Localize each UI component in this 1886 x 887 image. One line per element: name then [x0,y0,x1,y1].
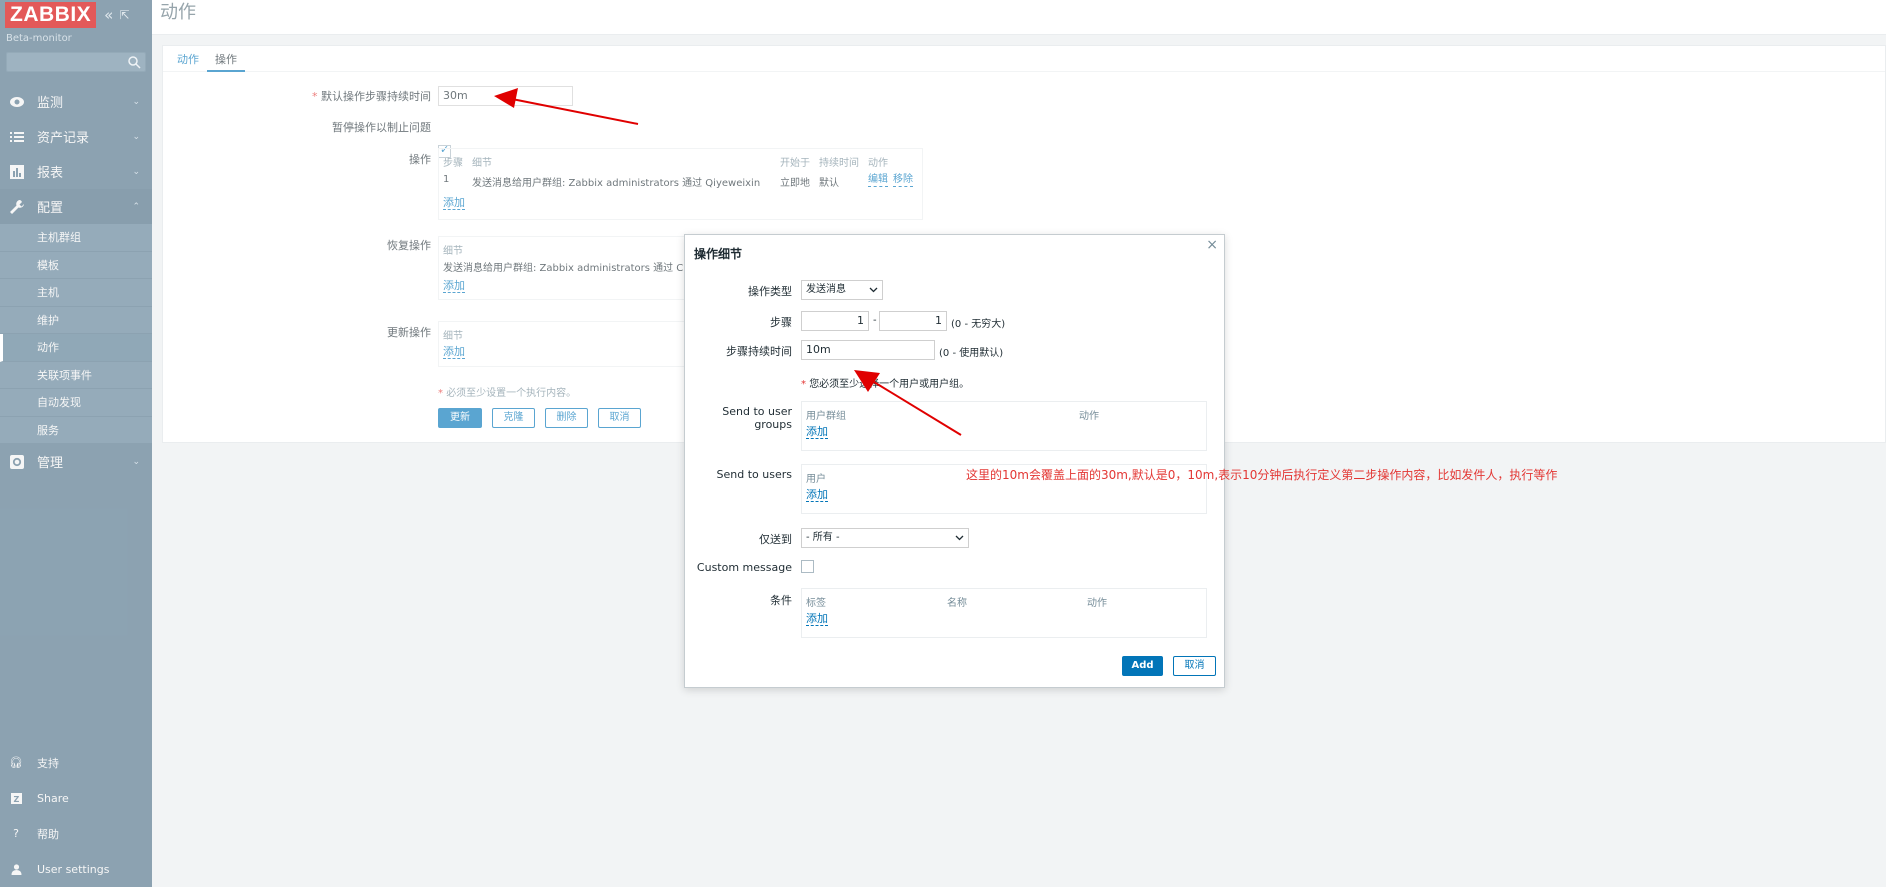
steps-label: 步骤 [770,316,792,329]
close-icon[interactable]: × [1206,237,1218,253]
conditions-label: 条件 [770,594,792,607]
operation-details-dialog: 操作细节 × 操作类型 发送消息 步骤 1 - 1 (0 - 无穷大) 步骤持续… [684,234,1225,688]
only-to-label: 仅送到 [759,533,792,546]
custom-message-checkbox[interactable] [801,560,814,573]
col-header: 名称 [947,598,967,609]
dialog-cancel-button[interactable]: 取消 [1173,656,1216,676]
op-type-label: 操作类型 [748,285,792,298]
custom-message-label: Custom message [696,561,792,574]
only-to-select[interactable]: - 所有 - [801,528,969,548]
col-header: 动作 [1079,411,1099,422]
col-header: 用户 [806,474,826,485]
step-from-input[interactable]: 1 [801,311,869,331]
step-to-input[interactable]: 1 [879,311,947,331]
annotation-text: 这里的10m会覆盖上面的30m,默认是0，10m,表示10分钟后执行定义第二步操… [966,468,1558,482]
op-type-select[interactable]: 发送消息 [801,280,883,300]
step-duration-input[interactable]: 10m [801,340,935,360]
step-duration-label: 步骤持续时间 [726,345,792,358]
add-button[interactable]: Add [1122,656,1163,676]
op-type-value: 发送消息 [806,284,846,295]
send-to-groups-table: 用户群组 动作 添加 [801,401,1207,451]
col-header: 用户群组 [806,411,846,422]
step-duration-hint: (0 - 使用默认) [939,348,1004,359]
only-to-value: - 所有 - [806,532,840,543]
chevron-down-icon [955,535,964,541]
step-separator: - [873,315,877,326]
conditions-table: 标签 名称 动作 添加 [801,588,1207,638]
col-header: 标签 [806,598,826,609]
col-header: 动作 [1087,598,1107,609]
add-user-link[interactable]: 添加 [806,489,828,502]
send-to-users-label: Send to users [716,468,792,481]
steps-hint: (0 - 无穷大) [951,319,1006,330]
must-select-note: * 您必须至少选择一个用户或用户组。 [801,379,970,390]
send-to-groups-label: Send to user groups [722,405,792,431]
dialog-title: 操作细节 [694,247,743,261]
add-user-group-link[interactable]: 添加 [806,426,828,439]
chevron-down-icon [869,287,878,293]
add-condition-link[interactable]: 添加 [806,613,828,626]
